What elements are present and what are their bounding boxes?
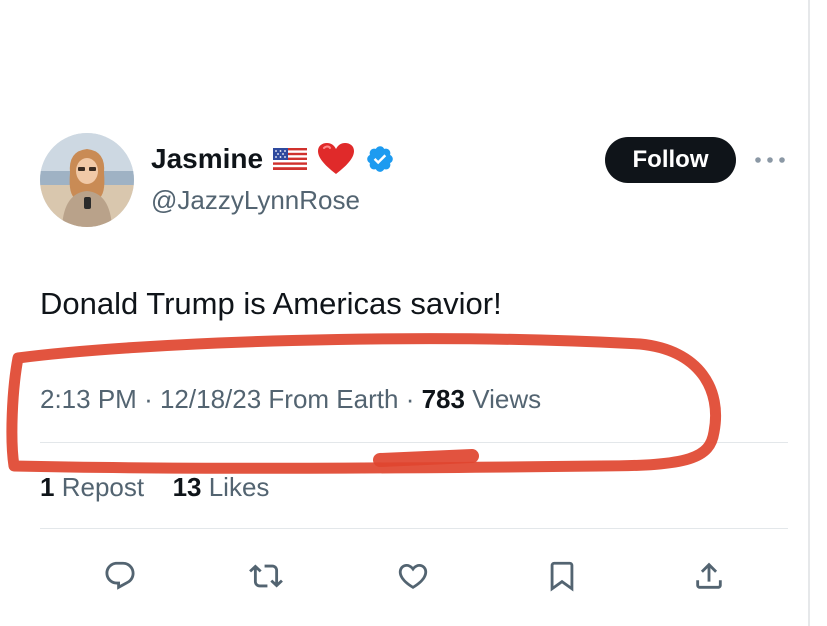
likes-label[interactable]: Likes: [209, 472, 270, 502]
display-name[interactable]: Jasmine: [151, 141, 263, 177]
divider: [40, 442, 788, 443]
reply-icon: [105, 561, 135, 590]
repost-button[interactable]: [246, 556, 286, 596]
tweet-time[interactable]: 2:13 PM: [40, 384, 137, 414]
tweet-metadata: 2:13 PM · 12/18/23 From Earth · 783 View…: [40, 382, 541, 416]
repost-icon: [249, 564, 283, 588]
like-button[interactable]: [393, 556, 433, 596]
user-handle[interactable]: @JazzyLynnRose: [151, 183, 360, 217]
share-button[interactable]: [689, 556, 729, 596]
avatar-image: [40, 133, 134, 227]
reply-button[interactable]: [100, 556, 140, 596]
tweet-date[interactable]: 12/18/23: [160, 384, 261, 414]
tweet-stats: 1 Repost 13 Likes: [40, 470, 269, 504]
meta-separator: ·: [144, 384, 153, 414]
right-border: [808, 0, 810, 626]
us-flag-emoji: [273, 148, 308, 170]
avatar[interactable]: [40, 133, 134, 227]
like-icon: [398, 563, 428, 589]
red-heart-emoji: [318, 143, 355, 174]
follow-button[interactable]: Follow: [605, 137, 736, 183]
likes-count[interactable]: 13: [173, 472, 202, 502]
tweet-source: From Earth: [268, 384, 399, 414]
divider: [40, 528, 788, 529]
reposts-label[interactable]: Repost: [62, 472, 144, 502]
views-label[interactable]: Views: [472, 384, 541, 414]
views-count[interactable]: 783: [422, 384, 465, 414]
bookmark-button[interactable]: [542, 556, 582, 596]
meta-separator: ·: [405, 384, 415, 414]
more-dots-icon: [755, 157, 785, 163]
verified-badge-icon[interactable]: [365, 144, 395, 174]
display-name-row[interactable]: Jasmine: [151, 141, 395, 177]
bookmark-icon: [550, 561, 574, 592]
more-options-button[interactable]: [752, 148, 788, 172]
share-icon: [696, 562, 722, 589]
tweet-text: Donald Trump is Americas savior!: [40, 286, 502, 321]
reposts-count[interactable]: 1: [40, 472, 54, 502]
